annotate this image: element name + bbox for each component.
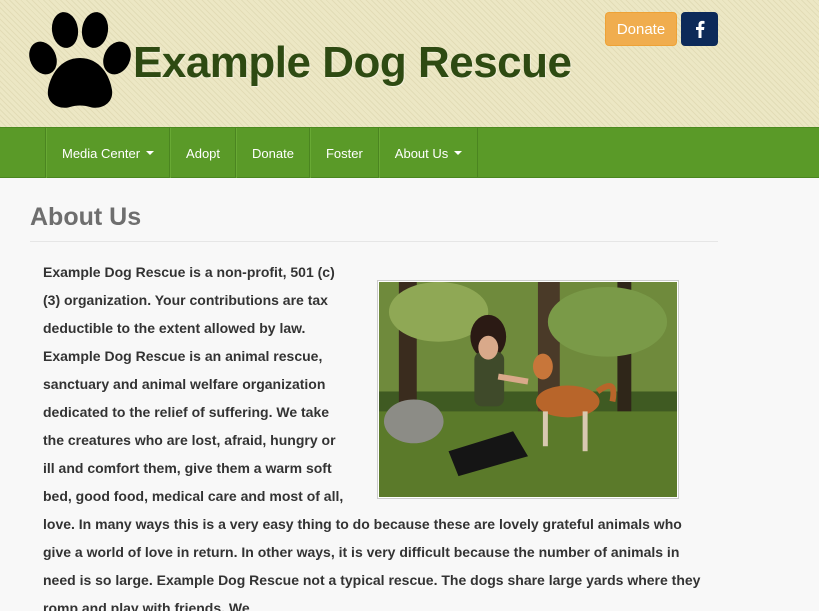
caret-down-icon: [454, 151, 463, 155]
page-title: About Us: [30, 203, 142, 231]
nav-item-donate[interactable]: Donate: [236, 128, 310, 178]
nav-item-label: Foster: [325, 145, 363, 161]
nav-item-about-us[interactable]: About Us: [378, 128, 479, 178]
nav-item-adopt[interactable]: Adopt: [170, 128, 237, 178]
donate-button[interactable]: Donate: [605, 12, 677, 46]
facebook-icon: [695, 20, 704, 38]
nav-item-foster[interactable]: Foster: [309, 128, 379, 178]
woman-with-dog-image: [379, 282, 677, 497]
main-navbar: Media Center Adopt Donate Foster About U…: [0, 127, 819, 178]
about-content: Example Dog Rescue is a non-profit, 501 …: [43, 258, 713, 611]
nav-item-label: About Us: [394, 145, 449, 161]
caret-down-icon: [146, 151, 155, 155]
nav-item-media-center[interactable]: Media Center: [46, 128, 171, 178]
facebook-button[interactable]: [681, 12, 718, 46]
site-header: Example Dog Rescue Donate: [0, 0, 819, 127]
nav-item-label: Adopt: [186, 145, 221, 161]
paw-icon[interactable]: [26, 10, 134, 114]
site-title[interactable]: Example Dog Rescue: [133, 38, 572, 88]
rescue-photo: [377, 280, 679, 499]
nav-item-label: Donate: [252, 145, 294, 161]
nav-item-label: Media Center: [62, 145, 141, 161]
divider: [30, 241, 718, 242]
nav-list: Media Center Adopt Donate Foster About U…: [45, 128, 479, 178]
